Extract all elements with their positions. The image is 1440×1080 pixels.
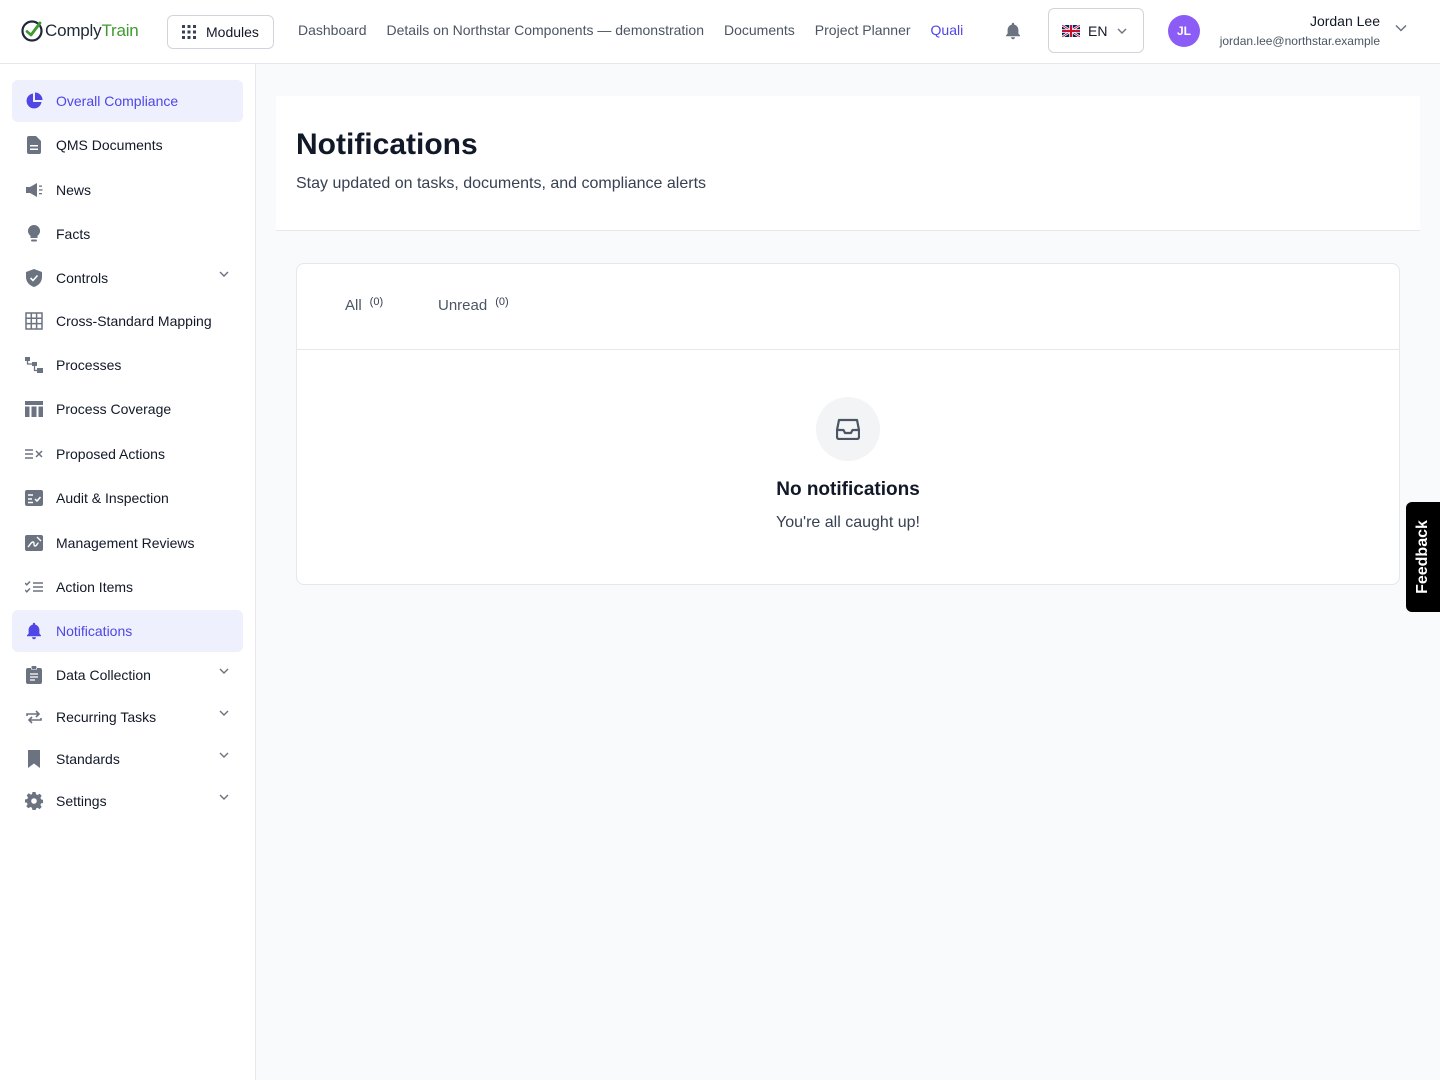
- check-circle-logo-icon: [21, 20, 43, 42]
- shield-icon: [24, 268, 44, 288]
- megaphone-icon: [24, 180, 44, 200]
- sidebar-item-label: Settings: [56, 793, 107, 809]
- sidebar: Overall Compliance QMS Documents News Fa…: [0, 64, 256, 1080]
- lightbulb-icon: [24, 224, 44, 244]
- sidebar-item-news[interactable]: News: [12, 169, 243, 211]
- chevron-down-icon: [219, 752, 229, 758]
- empty-state-title: No notifications: [776, 479, 920, 500]
- top-navigation: Dashboard Details on Northstar Component…: [298, 22, 971, 38]
- chevron-down-icon: [219, 794, 229, 800]
- sidebar-item-action-items[interactable]: Action Items: [12, 566, 243, 608]
- tab-count: (0): [369, 296, 384, 308]
- user-email: jordan.lee@northstar.example: [1219, 34, 1380, 48]
- user-info[interactable]: Jordan Lee jordan.lee@northstar.example: [1220, 13, 1380, 48]
- sidebar-item-management-reviews[interactable]: Management Reviews: [12, 522, 243, 564]
- tab-count: (0): [495, 296, 509, 308]
- clipboard-icon: [24, 665, 44, 685]
- uk-flag-icon: [1062, 24, 1080, 37]
- repeat-icon: [24, 707, 44, 727]
- document-icon: [24, 135, 44, 155]
- tab-label: All: [345, 297, 362, 314]
- chevron-down-icon: [1117, 28, 1127, 34]
- sidebar-item-settings[interactable]: Settings: [12, 780, 243, 822]
- sidebar-item-qms-documents[interactable]: QMS Documents: [12, 124, 243, 166]
- sidebar-item-label: Proposed Actions: [56, 446, 165, 462]
- user-name: Jordan Lee: [1309, 13, 1380, 29]
- sidebar-item-label: Management Reviews: [56, 535, 195, 551]
- grid-icon: [24, 311, 44, 331]
- sidebar-item-label: Cross-Standard Mapping: [56, 313, 212, 329]
- notifications-bell-icon[interactable]: [1005, 22, 1021, 40]
- language-selector[interactable]: EN: [1048, 8, 1144, 53]
- sidebar-item-label: Recurring Tasks: [56, 709, 157, 725]
- checklist-card-icon: [24, 488, 44, 508]
- sidebar-item-controls[interactable]: Controls: [12, 257, 243, 299]
- feedback-label: Feedback: [1414, 520, 1431, 594]
- sidebar-item-facts[interactable]: Facts: [12, 213, 243, 255]
- bookmark-icon: [24, 749, 44, 769]
- empty-state: No notifications You're all caught up!: [297, 350, 1399, 584]
- tab-all[interactable]: All (0): [345, 296, 384, 314]
- sidebar-item-label: QMS Documents: [56, 137, 163, 153]
- sidebar-item-notifications[interactable]: Notifications: [12, 610, 243, 652]
- sidebar-item-label: Facts: [56, 226, 91, 242]
- list-x-icon: [24, 444, 44, 464]
- page-header: Notifications Stay updated on tasks, doc…: [276, 96, 1420, 231]
- topnav-quali[interactable]: Quali: [931, 22, 964, 38]
- sidebar-item-label: Processes: [56, 357, 122, 373]
- chevron-down-icon: [219, 271, 229, 277]
- sidebar-item-label: Overall Compliance: [56, 93, 179, 109]
- sidebar-item-recurring-tasks[interactable]: Recurring Tasks: [12, 696, 243, 738]
- topnav-documents[interactable]: Documents: [724, 22, 795, 38]
- sidebar-item-label: Controls: [56, 270, 109, 286]
- modules-button[interactable]: Modules: [167, 15, 274, 49]
- feedback-button[interactable]: Feedback: [1406, 502, 1440, 612]
- avatar[interactable]: JL: [1168, 15, 1200, 47]
- sidebar-item-label: Process Coverage: [56, 401, 172, 417]
- table-icon: [24, 399, 44, 419]
- empty-state-subtitle: You're all caught up!: [776, 514, 920, 531]
- sidebar-item-label: Notifications: [56, 623, 133, 639]
- sidebar-item-label: Action Items: [56, 579, 134, 595]
- tab-label: Unread: [438, 297, 488, 314]
- sidebar-item-processes[interactable]: Processes: [12, 344, 243, 386]
- page-title: Notifications: [296, 128, 478, 161]
- pie-chart-icon: [24, 91, 44, 111]
- top-bar: ComplyTrain Modules Dashboard Details on…: [0, 0, 1440, 64]
- logo[interactable]: ComplyTrain: [20, 18, 139, 44]
- page-subtitle: Stay updated on tasks, documents, and co…: [296, 175, 707, 192]
- gear-icon: [24, 791, 44, 811]
- signature-icon: [24, 533, 44, 553]
- notification-tabs: All (0) Unread (0): [297, 264, 1399, 350]
- topnav-dashboard[interactable]: Dashboard: [298, 22, 367, 38]
- chevron-down-icon: [219, 710, 229, 716]
- inbox-icon: [816, 397, 880, 461]
- chevron-down-icon: [219, 668, 229, 674]
- notifications-card: All (0) Unread (0) No notifications You'…: [296, 263, 1400, 585]
- tab-unread[interactable]: Unread (0): [438, 296, 509, 314]
- sidebar-item-data-collection[interactable]: Data Collection: [12, 654, 243, 696]
- list-check-icon: [24, 577, 44, 597]
- process-icon: [24, 355, 44, 375]
- sidebar-item-label: Data Collection: [56, 667, 151, 683]
- sidebar-item-overall-compliance[interactable]: Overall Compliance: [12, 80, 243, 122]
- language-code: EN: [1088, 22, 1108, 39]
- topnav-project-planner[interactable]: Project Planner: [815, 22, 911, 38]
- logo-text: ComplyTrain: [45, 21, 139, 40]
- sidebar-item-label: Standards: [56, 751, 120, 767]
- sidebar-item-proposed-actions[interactable]: Proposed Actions: [12, 433, 243, 475]
- grid-dots-icon: [182, 25, 196, 39]
- bell-icon: [24, 621, 44, 641]
- sidebar-item-cross-standard-mapping[interactable]: Cross-Standard Mapping: [12, 300, 243, 342]
- sidebar-item-standards[interactable]: Standards: [12, 738, 243, 780]
- sidebar-item-audit-inspection[interactable]: Audit & Inspection: [12, 477, 243, 519]
- modules-label: Modules: [206, 24, 259, 40]
- sidebar-item-label: News: [56, 182, 92, 198]
- user-menu-chevron-down-icon[interactable]: [1395, 24, 1407, 32]
- sidebar-item-process-coverage[interactable]: Process Coverage: [12, 388, 243, 430]
- sidebar-item-label: Audit & Inspection: [56, 490, 169, 506]
- topnav-project-details[interactable]: Details on Northstar Components — demons…: [387, 22, 704, 38]
